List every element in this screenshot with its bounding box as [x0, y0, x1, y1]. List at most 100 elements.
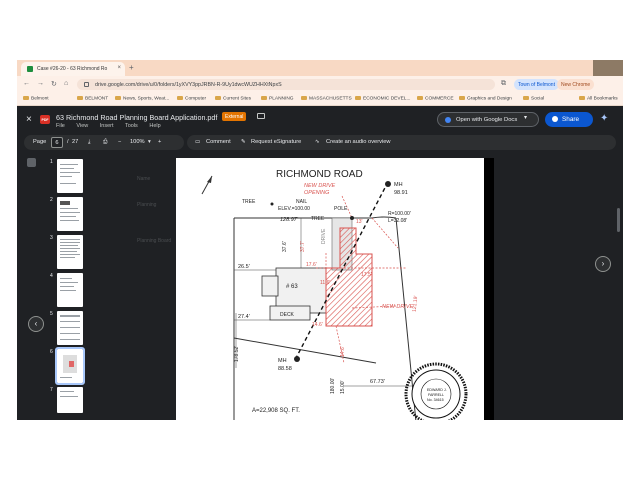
bookmark-item[interactable]: ECONOMIC DEVEL...: [355, 96, 410, 102]
back-icon[interactable]: ←: [23, 80, 30, 87]
folder-icon: [579, 96, 585, 100]
mh-top-label: MH: [394, 182, 403, 188]
bookmark-item[interactable]: Graphics and Design: [459, 96, 512, 102]
close-viewer-icon[interactable]: ×: [26, 114, 32, 125]
address-bar[interactable]: drive.google.com/drive/u/0/folders/1yXVY…: [77, 79, 495, 90]
zoom-in-button[interactable]: +: [158, 139, 161, 145]
print-icon[interactable]: ⎙: [103, 139, 108, 146]
dimension-label: 67.73': [370, 379, 385, 385]
audio-overview-button[interactable]: Create an audio overview: [326, 139, 391, 145]
bookmark-item[interactable]: MASSACHUSETTS: [301, 96, 352, 102]
zoom-level[interactable]: 100%: [130, 139, 145, 145]
esign-icon: ✎: [241, 139, 246, 145]
page-separator: /: [67, 139, 69, 145]
folder-location-icon[interactable]: [257, 113, 265, 119]
app-window: Case #26-20 - 63 Richmond Ro × + ← → ↻ ⌂…: [17, 60, 623, 420]
background-list-item: Name: [137, 176, 151, 182]
page-thumbnail[interactable]: [57, 197, 83, 231]
thumbnail-number: 2: [50, 197, 53, 203]
share-button[interactable]: Share: [545, 112, 593, 127]
thumbnails-view-icon[interactable]: [27, 158, 36, 167]
zoom-dropdown-icon[interactable]: ▾: [148, 139, 151, 145]
folder-icon: [215, 96, 221, 100]
next-file-arrow-icon[interactable]: ›: [595, 256, 611, 272]
menu-bar: File View Insert Tools Help: [56, 123, 171, 129]
external-badge: External: [222, 112, 247, 121]
menu-help[interactable]: Help: [149, 123, 160, 129]
pdf-page: RICHMOND ROAD MH 98.91 NEW DRIVE OPENING…: [176, 158, 494, 420]
frontage-dimension: 128.97': [280, 217, 299, 223]
gemini-sparkle-icon[interactable]: ✦: [600, 113, 608, 124]
new-chrome-pill[interactable]: New Chrome: [557, 79, 595, 90]
dimension-label: 27.4': [238, 314, 250, 320]
page-number-input[interactable]: 6: [51, 137, 63, 148]
previous-file-arrow-icon[interactable]: ‹: [28, 316, 44, 332]
new-tab-button[interactable]: +: [129, 63, 134, 72]
drive-label: DRIVE: [321, 228, 327, 244]
viewer-header: × PDF 63 Richmond Road Planning Board Ap…: [17, 106, 623, 134]
thumbnail-number: 3: [50, 235, 53, 241]
reload-icon[interactable]: ↻: [51, 80, 57, 88]
bookmark-item[interactable]: Social: [523, 96, 544, 102]
folder-icon: [355, 96, 361, 100]
page-thumbnail[interactable]: [57, 235, 83, 269]
plot-plan-drawing: RICHMOND ROAD MH 98.91 NEW DRIVE OPENING…: [201, 169, 468, 420]
comment-icon: ▭: [195, 139, 201, 145]
browser-tab[interactable]: Case #26-20 - 63 Richmond Ro ×: [21, 62, 125, 76]
page-thumbnail[interactable]: [57, 273, 83, 307]
mh-top-value: 98.91: [394, 190, 408, 196]
bookmark-item[interactable]: COMMERCE: [417, 96, 454, 102]
dimension-label: 15.00': [340, 380, 346, 394]
bookmark-item[interactable]: Current Sites: [215, 96, 251, 102]
tab-strip: Case #26-20 - 63 Richmond Ro × +: [17, 60, 623, 90]
download-icon[interactable]: ⤓: [88, 139, 91, 146]
bookmark-item[interactable]: News, Sports, Weat...: [115, 96, 169, 102]
share-label: Share: [562, 116, 580, 123]
vertical-scrollbar[interactable]: [617, 208, 620, 232]
menu-view[interactable]: View: [76, 123, 88, 129]
bookmark-item[interactable]: PLANNING: [261, 96, 294, 102]
page-thumbnail[interactable]: [57, 159, 83, 193]
lot-area-label: A=22,908 SQ. FT.: [252, 408, 300, 414]
bookmark-item[interactable]: BELMONT: [77, 96, 108, 102]
page-thumbnail[interactable]: [57, 387, 83, 413]
actions-toolbar: ▭ Comment ✎ Request eSignature ∿ Create …: [187, 135, 616, 150]
home-icon[interactable]: ⌂: [64, 80, 68, 87]
manhole-marker: [294, 356, 300, 362]
chevron-down-icon[interactable]: ▾: [524, 114, 527, 121]
thumbnail-number: 5: [50, 311, 53, 317]
dimension-label: 121.19': [412, 295, 420, 312]
menu-insert[interactable]: Insert: [100, 123, 114, 129]
tree-label-2: TREE: [311, 216, 325, 222]
folder-icon: [261, 96, 267, 100]
address-row: ← → ↻ ⌂ drive.google.com/drive/u/0/folde…: [17, 76, 623, 92]
zoom-out-button[interactable]: −: [118, 139, 121, 145]
site-info-icon[interactable]: [84, 82, 89, 87]
new-drive-opening-label-2: OPENING: [304, 190, 330, 196]
thumbnail-number: 7: [50, 387, 53, 393]
esign-button[interactable]: Request eSignature: [251, 139, 301, 145]
background-list-item: Planning: [137, 202, 157, 208]
tab-close-icon[interactable]: ×: [117, 65, 121, 71]
tree-marker: [270, 202, 274, 206]
menu-tools[interactable]: Tools: [125, 123, 138, 129]
dimension-label: 17.5': [361, 272, 372, 278]
open-with-label: Open with Google Docs: [456, 117, 518, 123]
menu-file[interactable]: File: [56, 123, 65, 129]
comment-button[interactable]: Comment: [206, 139, 231, 145]
folder-icon: [417, 96, 423, 100]
all-bookmarks[interactable]: All Bookmarks: [579, 96, 618, 102]
bookmark-item[interactable]: Computer: [177, 96, 206, 102]
pole-label: POLE: [334, 206, 348, 212]
forward-icon[interactable]: →: [37, 80, 44, 87]
folder-icon: [301, 96, 307, 100]
document-title[interactable]: 63 Richmond Road Planning Board Applicat…: [56, 113, 217, 122]
folder-icon: [459, 96, 465, 100]
bookmark-item[interactable]: Belmont: [23, 96, 49, 102]
extensions-icon[interactable]: ⧉: [501, 80, 506, 88]
profile-pill[interactable]: Town of Belmont: [514, 79, 559, 90]
page-thumbnail[interactable]: [57, 311, 83, 345]
page-thumbnail-selected[interactable]: [55, 347, 85, 385]
dimension-label: 17.6': [306, 262, 317, 268]
radius-label: R=100.00': [388, 211, 411, 217]
